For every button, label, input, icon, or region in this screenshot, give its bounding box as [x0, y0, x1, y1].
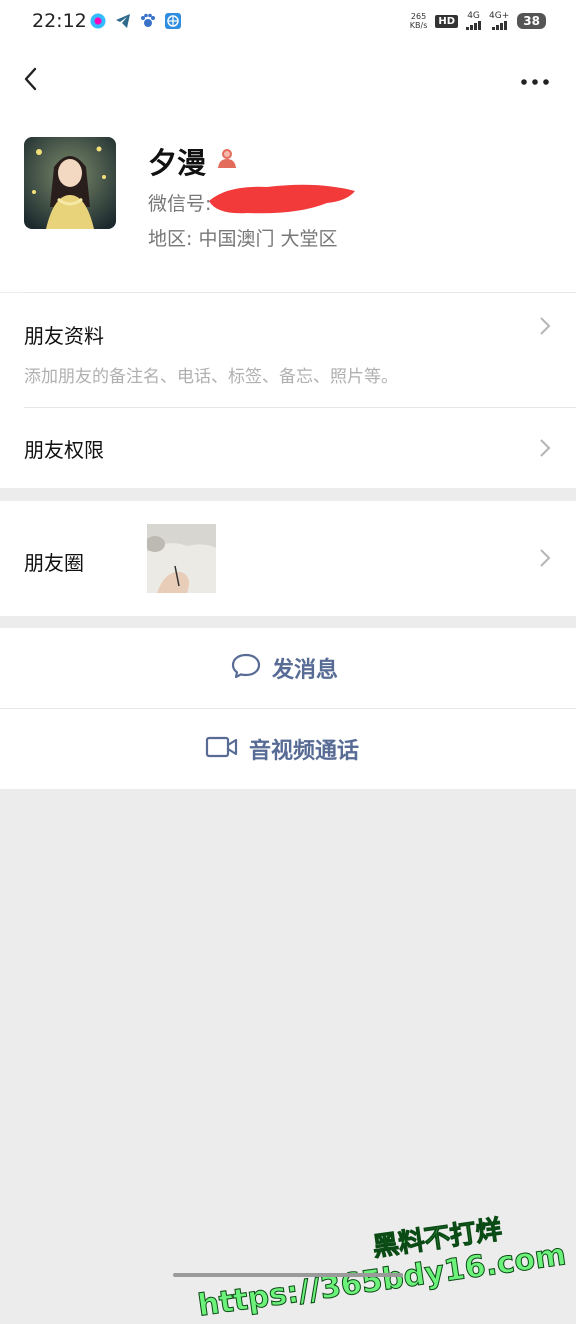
send-message-label: 发消息 [272, 658, 339, 683]
status-time: 22:12 [32, 10, 87, 32]
chat-bubble-icon [230, 652, 262, 684]
person-icon [215, 146, 239, 170]
chevron-right-icon [538, 315, 552, 337]
moments-row[interactable]: 朋友圈 [0, 501, 576, 616]
net-speed-value: 265 [410, 12, 427, 21]
status-bar: 22:12 265 KB/s HD 4G 4G+ 38 [0, 0, 576, 46]
moments-title: 朋友圈 [24, 551, 84, 575]
compass-icon [165, 13, 181, 29]
friend-info-title: 朋友资料 [24, 324, 104, 348]
status-indicators: 265 KB/s HD 4G 4G+ 38 [410, 12, 546, 30]
profile-name: 夕漫 [148, 146, 207, 180]
more-dots-icon[interactable] [520, 72, 550, 85]
signal-4g-plus: 4G+ [489, 12, 509, 30]
avatar[interactable] [24, 137, 116, 229]
signal-4g: 4G [466, 11, 482, 30]
home-indicator[interactable] [173, 1273, 403, 1277]
friend-permissions-title: 朋友权限 [24, 438, 104, 462]
chevron-right-icon [538, 437, 552, 459]
battery-indicator: 38 [517, 13, 546, 29]
redaction-mark [207, 179, 357, 219]
hd-badge: HD [435, 14, 459, 28]
signal-bars-icon [466, 21, 482, 30]
net-speed: 265 KB/s [410, 12, 428, 30]
friend-info-subtitle: 添加朋友的备注名、电话、标签、备忘、照片等。 [24, 367, 398, 387]
signal-4g-plus-label: 4G+ [489, 11, 510, 21]
chevron-right-icon [538, 547, 552, 569]
divider [24, 407, 576, 408]
video-call-button[interactable]: 音视频通话 [0, 709, 576, 789]
friend-settings-card: 朋友资料 添加朋友的备注名、电话、标签、备忘、照片等。 朋友权限 [0, 293, 576, 488]
telegram-icon [115, 13, 131, 29]
video-camera-icon [205, 735, 239, 763]
signal-4g-label: 4G [467, 11, 480, 21]
send-message-button[interactable]: 发消息 [0, 628, 576, 708]
top-nav-bar [0, 46, 576, 116]
moments-thumbnail [147, 524, 216, 593]
video-call-label: 音视频通话 [249, 739, 360, 764]
app-notification-icon [90, 13, 106, 29]
wechat-id-label: 微信号: [148, 193, 212, 215]
watermark: 黑料不打烊 https://365bdy16.com [190, 1201, 568, 1324]
region-text: 地区: 中国澳门 大堂区 [148, 228, 338, 250]
signal-bars-icon [491, 21, 507, 30]
net-speed-unit: KB/s [409, 21, 428, 30]
paw-icon [140, 13, 156, 29]
profile-header: 夕漫 微信号: 地区: 中国澳门 大堂区 [0, 116, 576, 293]
notification-icons [90, 13, 181, 29]
back-arrow-icon[interactable] [18, 64, 48, 94]
